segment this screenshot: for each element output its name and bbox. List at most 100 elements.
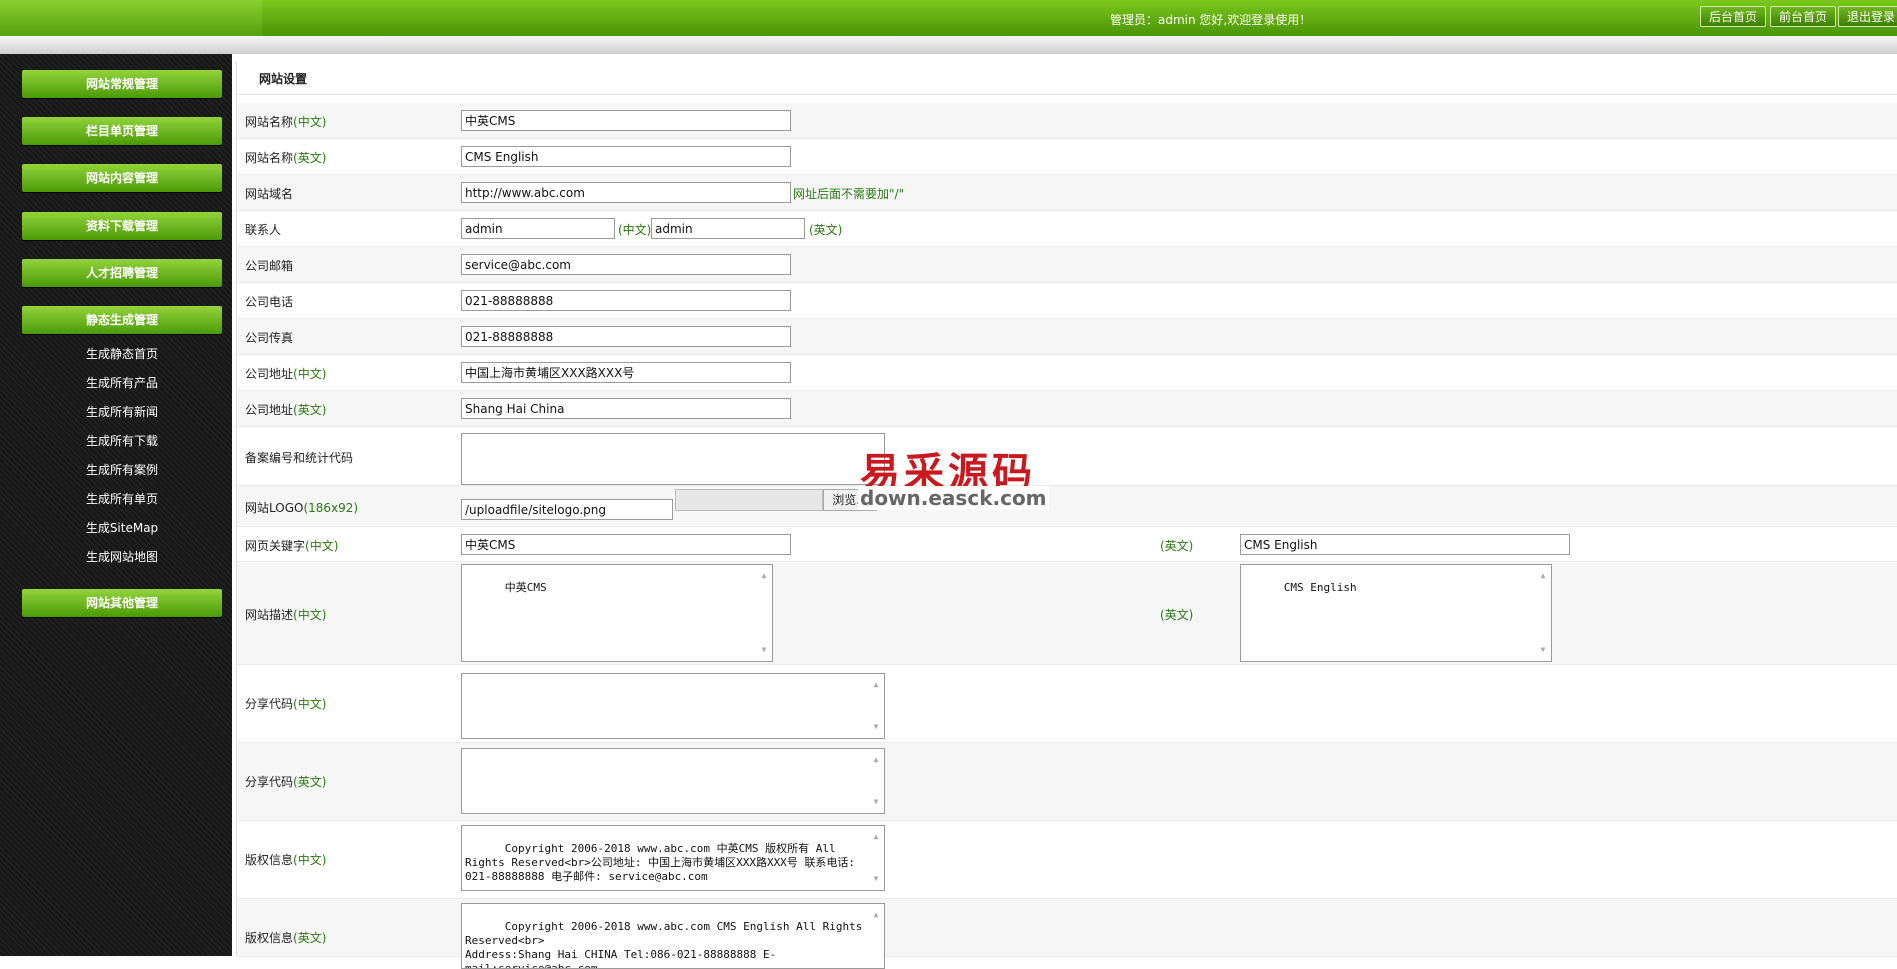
scroll-up-icon[interactable]: ▲	[870, 910, 882, 920]
description-cn-textarea[interactable]: 中英CMS ▲ ▼	[461, 564, 773, 662]
welcome-text: 管理员：admin 您好,欢迎登录使用！	[1110, 13, 1312, 27]
lang-tag: (中文)	[293, 697, 327, 711]
description-en-text: CMS English	[1283, 581, 1357, 594]
row-share-en: 分享代码(英文) ▲ ▼	[237, 743, 1897, 821]
scrollbar[interactable]: ▲ ▼	[870, 676, 882, 736]
scroll-down-icon[interactable]: ▼	[758, 645, 770, 655]
lang-tag: (英文)	[293, 403, 327, 417]
lang-tag: (英文)	[293, 151, 327, 165]
logout-button[interactable]: 退出登录	[1838, 6, 1897, 27]
sub-generate-products[interactable]: 生成所有产品	[22, 373, 222, 393]
lang-tag: (英文)	[293, 775, 327, 789]
front-home-button[interactable]: 前台首页	[1770, 6, 1837, 27]
scroll-down-icon[interactable]: ▼	[870, 797, 882, 807]
sub-generate-sitemap[interactable]: 生成SiteMap	[22, 518, 222, 538]
scroll-up-icon[interactable]: ▲	[758, 571, 770, 581]
label-site-name-en: 网站名称(英文)	[245, 149, 326, 166]
menu-downloads[interactable]: 资料下载管理	[22, 212, 222, 240]
copyright-cn-textarea[interactable]: Copyright 2006-2018 www.abc.com 中英CMS 版权…	[461, 825, 885, 891]
label-address-en: 公司地址(英文)	[245, 401, 326, 418]
label-text: 网站名称	[245, 151, 294, 165]
label-text: 版权信息	[245, 931, 294, 945]
row-icp: 备案编号和统计代码	[237, 427, 1897, 486]
address-en-input[interactable]	[461, 398, 791, 419]
scrollbar[interactable]: ▲ ▼	[1537, 567, 1549, 659]
lang-tag: (中文)	[293, 115, 327, 129]
site-name-cn-input[interactable]	[461, 110, 791, 131]
address-cn-input[interactable]	[461, 362, 791, 383]
scroll-down-icon[interactable]: ▼	[1537, 645, 1549, 655]
sub-generate-home[interactable]: 生成静态首页	[22, 344, 222, 364]
share-en-textarea[interactable]: ▲ ▼	[461, 748, 885, 814]
scroll-up-icon[interactable]: ▲	[870, 755, 882, 765]
lang-tag: (中文)	[305, 539, 339, 553]
menu-other[interactable]: 网站其他管理	[22, 589, 222, 617]
contact-en-input[interactable]	[651, 218, 805, 239]
sub-generate-site-map[interactable]: 生成网站地图	[22, 547, 222, 567]
label-address-cn: 公司地址(中文)	[245, 365, 326, 382]
scroll-up-icon[interactable]: ▲	[870, 680, 882, 690]
icp-textarea[interactable]	[461, 433, 885, 485]
logo-area	[0, 0, 262, 36]
contact-cn-tag: (中文)	[618, 223, 652, 237]
scroll-down-icon[interactable]: ▼	[870, 722, 882, 732]
label-text: 分享代码	[245, 775, 294, 789]
row-address-cn: 公司地址(中文)	[237, 355, 1897, 391]
menu-static-generate[interactable]: 静态生成管理	[22, 306, 222, 334]
sub-generate-pages[interactable]: 生成所有单页	[22, 489, 222, 509]
sidebar: 网站常规管理 栏目单页管理 网站内容管理 资料下载管理 人才招聘管理 静态生成管…	[0, 54, 232, 956]
scrollbar[interactable]: ▲ ▼	[758, 567, 770, 659]
row-keywords: 网页关键字(中文) (英文)	[237, 527, 1897, 562]
share-cn-textarea[interactable]: ▲ ▼	[461, 673, 885, 739]
panel-header: 网站设置	[237, 62, 1897, 95]
row-description: 网站描述(中文) 中英CMS ▲ ▼ (英文) CMS English ▲ ▼	[237, 562, 1897, 665]
sub-generate-news[interactable]: 生成所有新闻	[22, 402, 222, 422]
row-address-en: 公司地址(英文)	[237, 391, 1897, 427]
menu-site-general[interactable]: 网站常规管理	[22, 70, 222, 98]
menu-recruitment[interactable]: 人才招聘管理	[22, 259, 222, 287]
phone-input[interactable]	[461, 290, 791, 311]
scrollbar[interactable]: ▲	[870, 906, 882, 966]
contact-cn-input[interactable]	[461, 218, 615, 239]
label-keywords: 网页关键字(中文)	[245, 537, 338, 554]
copyright-en-text: Copyright 2006-2018 www.abc.com CMS Engl…	[465, 920, 863, 969]
copyright-en-textarea[interactable]: Copyright 2006-2018 www.abc.com CMS Engl…	[461, 903, 885, 969]
label-icp: 备案编号和统计代码	[245, 451, 354, 465]
label-text: 版权信息	[245, 853, 294, 867]
keywords-cn-input[interactable]	[461, 534, 791, 555]
file-name-box	[675, 489, 823, 511]
label-domain: 网站域名	[245, 187, 294, 201]
menu-content[interactable]: 网站内容管理	[22, 164, 222, 192]
scrollbar[interactable]: ▲ ▼	[870, 751, 882, 811]
admin-home-button[interactable]: 后台首页	[1700, 6, 1767, 27]
label-site-name-cn: 网站名称(中文)	[245, 113, 326, 130]
label-email: 公司邮箱	[245, 259, 294, 273]
top-header: 管理员：admin 您好,欢迎登录使用！ 后台首页 前台首页 退出登录	[0, 0, 1897, 36]
logo-path-input[interactable]	[461, 499, 673, 520]
sub-generate-downloads[interactable]: 生成所有下载	[22, 431, 222, 451]
email-input[interactable]	[461, 254, 791, 275]
label-copyright-en: 版权信息(英文)	[245, 929, 326, 946]
label-fax: 公司传真	[245, 331, 294, 345]
row-site-name-en: 网站名称(英文)	[237, 139, 1897, 175]
label-text: 网页关键字	[245, 539, 306, 553]
site-name-en-input[interactable]	[461, 146, 791, 167]
scroll-up-icon[interactable]: ▲	[1537, 571, 1549, 581]
size-tag: (186x92)	[303, 501, 359, 515]
lang-tag: (中文)	[293, 608, 327, 622]
scroll-down-icon[interactable]: ▼	[870, 874, 882, 884]
label-text: 分享代码	[245, 697, 294, 711]
row-phone: 公司电话	[237, 283, 1897, 319]
menu-column-pages[interactable]: 栏目单页管理	[22, 117, 222, 145]
scrollbar[interactable]: ▲ ▼	[870, 828, 882, 888]
domain-input[interactable]	[461, 182, 791, 203]
header-strip	[0, 36, 1897, 54]
label-logo: 网站LOGO(186x92)	[245, 499, 358, 516]
lang-tag: (英文)	[293, 931, 327, 945]
sub-generate-cases[interactable]: 生成所有案例	[22, 460, 222, 480]
scroll-up-icon[interactable]: ▲	[870, 832, 882, 842]
description-en-textarea[interactable]: CMS English ▲ ▼	[1240, 564, 1552, 662]
keywords-en-input[interactable]	[1240, 534, 1570, 555]
row-email: 公司邮箱	[237, 247, 1897, 283]
fax-input[interactable]	[461, 326, 791, 347]
